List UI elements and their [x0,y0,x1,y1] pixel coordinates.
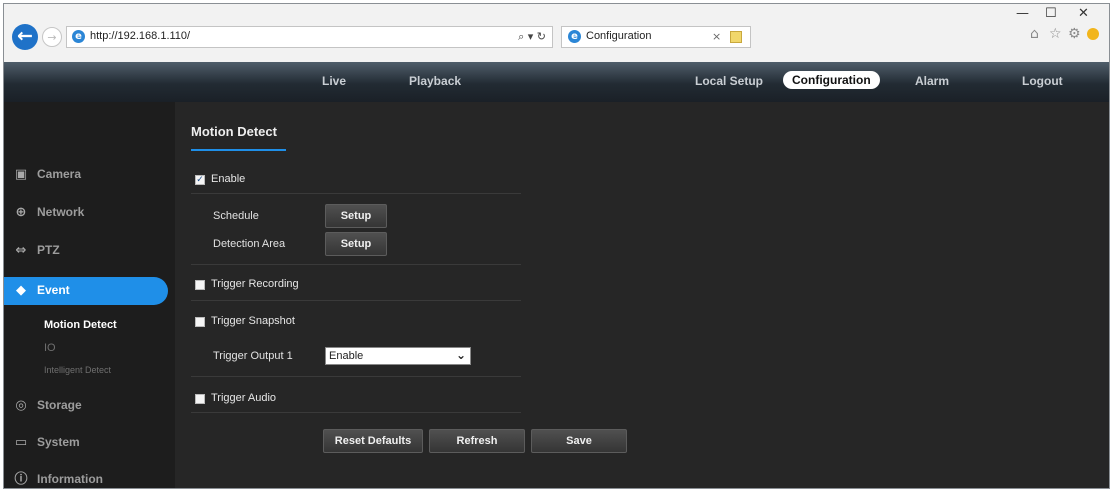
tab-close-icon[interactable]: × [712,30,721,43]
nav-logout[interactable]: Logout [1022,74,1063,88]
nav-live[interactable]: Live [322,74,346,88]
divider [191,300,521,301]
information-icon: ⓘ [14,472,28,487]
save-button[interactable]: Save [531,429,627,453]
app-header: Live Playback Local Setup Configuration … [4,62,1109,102]
forward-arrow-icon[interactable]: → [42,27,62,47]
sidebar-subitem-motion-detect[interactable]: Motion Detect [44,319,117,331]
page-title: Motion Detect [191,124,277,139]
enable-label: Enable [211,173,246,185]
detection-area-label: Detection Area [213,238,286,250]
trigger-output-select[interactable]: Enable ⌄ [325,347,471,365]
sidebar-item-ptz[interactable]: ⇔ PTZ [4,237,175,265]
camera-icon: ▣ [14,167,28,182]
sidebar-item-camera[interactable]: ▣ Camera [4,161,175,189]
enable-checkbox[interactable]: ✓ [195,175,205,185]
nav-local-setup[interactable]: Local Setup [695,74,763,88]
reset-defaults-button[interactable]: Reset Defaults [323,429,423,453]
divider [191,412,521,413]
sidebar-item-label: Storage [37,398,82,412]
divider [191,376,521,377]
close-icon[interactable]: ✕ [1078,6,1089,21]
sidebar-item-storage[interactable]: ◎ Storage [4,392,175,420]
nav-alarm[interactable]: Alarm [915,74,949,88]
content-panel: Motion Detect ✓ Enable Schedule Setup De… [175,102,1109,488]
sidebar-item-label: Camera [37,167,82,181]
home-icon[interactable]: ⌂ [1030,26,1039,42]
sidebar-item-label: PTZ [37,243,60,257]
tab-title: Configuration [586,30,652,42]
maximize-icon[interactable]: ☐ [1045,6,1057,21]
search-refresh-icon[interactable]: ⌕ ▾ ↻ [518,30,546,44]
schedule-label: Schedule [213,210,259,222]
sidebar-item-system[interactable]: ▭ System [4,429,175,457]
gear-icon[interactable]: ⚙ [1068,26,1081,42]
back-arrow-icon[interactable]: ← [12,24,38,50]
address-bar[interactable]: e http://192.168.1.110/ ⌕ ▾ ↻ [66,26,553,48]
sidebar-item-event[interactable]: ◆ Event [4,277,168,305]
divider [191,193,521,194]
minimize-icon[interactable]: — [1016,6,1029,21]
trigger-output-value: Enable [329,350,364,362]
sidebar-item-network[interactable]: ⊕ Network [4,199,175,227]
browser-window: ← → e http://192.168.1.110/ ⌕ ▾ ↻ e Conf… [3,3,1110,489]
sidebar-item-label: Information [37,472,103,486]
system-icon: ▭ [14,435,28,450]
sidebar-item-label: Network [37,205,85,219]
network-icon: ⊕ [15,205,27,220]
ie-page-icon: e [72,30,85,43]
ptz-icon: ⇔ [15,243,27,258]
title-underline [191,149,286,151]
trigger-audio-checkbox[interactable] [195,394,205,404]
storage-icon: ◎ [15,398,27,413]
trigger-snapshot-checkbox[interactable] [195,317,205,327]
refresh-button[interactable]: Refresh [429,429,525,453]
nav-playback[interactable]: Playback [409,74,461,88]
browser-tab[interactable]: e Configuration × [561,26,751,48]
chevron-down-icon: ⌄ [455,348,466,362]
tab-ie-icon: e [568,30,581,43]
sidebar: ▣ Camera ⊕ Network ⇔ PTZ ◆ Event Motion … [4,102,175,488]
trigger-recording-checkbox[interactable] [195,280,205,290]
detection-area-setup-button[interactable]: Setup [325,232,387,256]
trigger-snapshot-label: Trigger Snapshot [211,315,295,327]
star-icon[interactable]: ☆ [1049,26,1062,42]
trigger-audio-label: Trigger Audio [211,392,277,404]
trigger-output-label: Trigger Output 1 [213,350,293,362]
browser-chrome: ← → e http://192.168.1.110/ ⌕ ▾ ↻ e Conf… [4,4,1109,62]
nav-configuration[interactable]: Configuration [783,71,880,89]
url-text[interactable]: http://192.168.1.110/ [90,30,190,42]
divider [191,264,521,265]
sidebar-item-information[interactable]: ⓘ Information [4,466,175,488]
sidebar-item-label: System [37,435,80,449]
trigger-recording-label: Trigger Recording [211,278,299,290]
schedule-setup-button[interactable]: Setup [325,204,387,228]
new-tab-icon[interactable] [730,31,742,43]
smiley-icon[interactable] [1087,28,1099,40]
sidebar-item-label: Event [37,283,70,297]
event-icon: ◆ [16,283,26,298]
sidebar-subitem-intelligent-detect[interactable]: Intelligent Detect [44,365,111,375]
sidebar-subitem-io[interactable]: IO [44,342,56,354]
